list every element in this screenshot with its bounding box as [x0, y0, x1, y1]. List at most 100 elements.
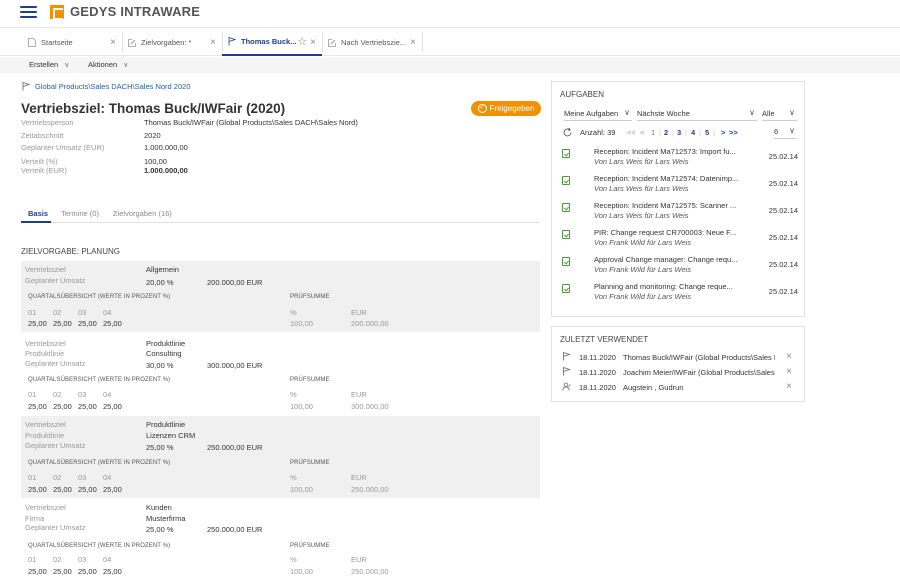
recent-date: 18.11.2020: [579, 368, 616, 377]
tab-zielvorgaben-list[interactable]: Zielvorgaben (16): [113, 209, 172, 218]
task-assignment: Von Frank Wild für Lars Weis: [594, 292, 692, 301]
recent-text[interactable]: Augstein , Gudrun: [623, 383, 775, 392]
recent-item[interactable]: 18.11.2020 Joachim Meier/IWFair (Global …: [562, 366, 798, 380]
eur-label: EUR: [351, 390, 367, 399]
task-title[interactable]: Reception: Incident Ma712573: Import fu.…: [594, 147, 736, 156]
task-period-filter[interactable]: Nächste Woche ∨: [637, 108, 757, 121]
field-label: Verteilt (EUR): [21, 166, 67, 175]
field-value: 100,00: [144, 157, 167, 166]
chevron-down-icon: ∨: [749, 108, 755, 117]
tab-basis[interactable]: Basis: [28, 209, 48, 218]
flag-icon: [228, 36, 236, 45]
tab-zielvorgaben[interactable]: Zielvorgaben: * ×: [122, 28, 222, 56]
q-label: 02: [53, 555, 62, 564]
task-count: Anzahl: 39: [580, 128, 616, 137]
task-date: 25.02.14: [768, 233, 798, 242]
task-item[interactable]: Reception: Incident Ma712573: Import fu.…: [562, 147, 798, 169]
q-label: 02: [53, 308, 62, 317]
quarter-header: QUARTALSÜBERSICHT (WERTE IN PROZENT %): [28, 460, 171, 466]
page-3[interactable]: 3: [677, 128, 681, 137]
refresh-icon[interactable]: [562, 127, 573, 138]
block-value: Allgemein: [146, 265, 179, 274]
task-title[interactable]: Reception: Incident Ma712574: Datenimp..…: [594, 174, 738, 183]
block-label: Geplanter Umsatz: [25, 276, 86, 285]
tab-termine[interactable]: Termine (0): [61, 209, 99, 218]
close-icon[interactable]: ×: [786, 351, 792, 362]
close-icon[interactable]: ×: [210, 37, 216, 48]
tab-startseite[interactable]: Startseite ×: [22, 28, 122, 56]
recent-date: 18.11.2020: [579, 383, 616, 392]
task-title[interactable]: Reception: Incident Ma712575: Scanner ..…: [594, 201, 736, 210]
block-label: Produktlinie: [25, 431, 65, 440]
actions-menu[interactable]: Aktionen ∨: [88, 60, 128, 69]
q-value: 25,00: [103, 319, 122, 328]
q-label: 03: [78, 308, 87, 317]
close-icon[interactable]: ×: [410, 37, 416, 48]
check-header: PRÜFSUMME: [290, 460, 330, 466]
breadcrumb[interactable]: Global Products\Sales DACH\Sales Nord 20…: [22, 82, 191, 91]
active-tab-indicator: [21, 221, 51, 223]
task-owner-filter[interactable]: Meine Aufgaben ∨: [564, 108, 632, 121]
tab-thomas-buck[interactable]: Thomas Buck... ☆ ×: [222, 28, 322, 56]
page-prev[interactable]: <: [640, 128, 644, 137]
page-2[interactable]: 2: [664, 128, 668, 137]
recent-text[interactable]: Thomas Buck/IWFair (Global Products\Sale…: [623, 353, 775, 362]
check-circle-icon: ✓: [477, 104, 487, 113]
q-value: 25,00: [103, 402, 122, 411]
create-label: Erstellen: [29, 60, 59, 69]
tab-nach-vertriebsziel[interactable]: Nach Vertriebszie... ×: [322, 28, 422, 56]
recent-panel: ZULETZT VERWENDET 18.11.2020 Thomas Buck…: [551, 326, 805, 402]
task-title[interactable]: Approval Change manager: Change requ...: [594, 255, 737, 264]
block-label: Vertriebsziel: [25, 503, 66, 512]
planning-block: Vertriebsziel Kunden Firma Musterfirma G…: [21, 500, 540, 580]
close-icon[interactable]: ×: [310, 37, 316, 48]
task-item[interactable]: Reception: Incident Ma712575: Scanner ..…: [562, 201, 798, 223]
quarter-header: QUARTALSÜBERSICHT (WERTE IN PROZENT %): [28, 377, 171, 383]
task-item[interactable]: PIR: Change request CR700003: Neue F... …: [562, 228, 798, 250]
recent-item[interactable]: 18.11.2020 Thomas Buck/IWFair (Global Pr…: [562, 351, 798, 365]
q-label: 03: [78, 555, 87, 564]
task-date: 25.02.14: [768, 260, 798, 269]
block-value: Produktlinie: [146, 339, 186, 348]
eur-label: EUR: [351, 308, 367, 317]
recent-text[interactable]: Joachim Meier/IWFair (Global Products\Sa…: [623, 368, 775, 377]
task-title[interactable]: PIR: Change request CR700003: Neue F...: [594, 228, 736, 237]
tab-bar: Startseite × Zielvorgaben: * × Thomas Bu…: [0, 27, 900, 56]
task-item[interactable]: Planning and monitoring: Change reque...…: [562, 282, 798, 304]
task-assignment: Von Lars Weis für Lars Weis: [594, 157, 689, 166]
page-next[interactable]: >: [721, 128, 725, 137]
task-item[interactable]: Approval Change manager: Change requ... …: [562, 255, 798, 277]
sum-eur: 200.000,00: [351, 319, 389, 328]
task-assignment: Von Frank Wild für Lars Weis: [594, 238, 692, 247]
block-value: Consulting: [146, 349, 182, 358]
page-4[interactable]: 4: [691, 128, 695, 137]
chevron-down-icon: ∨: [789, 126, 795, 135]
page-5[interactable]: 5: [705, 128, 709, 137]
menu-icon[interactable]: [20, 6, 37, 18]
block-eur: 250.000,00 EUR: [207, 525, 263, 534]
page-last[interactable]: >>: [729, 128, 738, 137]
task-item[interactable]: Reception: Incident Ma712574: Datenimp..…: [562, 174, 798, 196]
close-icon[interactable]: ×: [786, 381, 792, 392]
field-label: Geplanter Umsatz (EUR): [21, 143, 105, 152]
page-first[interactable]: <<: [627, 128, 636, 137]
person-icon: [562, 382, 571, 391]
close-icon[interactable]: ×: [786, 366, 792, 377]
recent-item[interactable]: 18.11.2020 Augstein , Gudrun ×: [562, 381, 798, 395]
close-icon[interactable]: ×: [110, 37, 116, 48]
star-icon[interactable]: ☆: [297, 35, 307, 48]
page-separator: |: [672, 128, 674, 137]
create-menu[interactable]: Erstellen ∨: [29, 60, 69, 69]
breadcrumb-text: Global Products\Sales DACH\Sales Nord 20…: [35, 82, 191, 91]
q-value: 25,00: [78, 402, 97, 411]
task-title[interactable]: Planning and monitoring: Change reque...: [594, 282, 733, 291]
page-1[interactable]: 1: [651, 128, 655, 137]
release-status-button[interactable]: ✓ Freigegeben: [471, 101, 541, 116]
page-size-select[interactable]: 6 ∨: [774, 126, 797, 139]
actions-label: Aktionen: [88, 60, 118, 69]
field-value: 1.000.000,00: [144, 166, 188, 175]
planning-block: Vertriebsziel Allgemein Geplanter Umsatz…: [21, 261, 540, 332]
app-logo[interactable]: GEDYS INTRAWARE: [50, 4, 200, 20]
task-status-filter[interactable]: Alle ∨: [762, 108, 797, 121]
block-eur: 200.000,00 EUR: [207, 278, 263, 287]
